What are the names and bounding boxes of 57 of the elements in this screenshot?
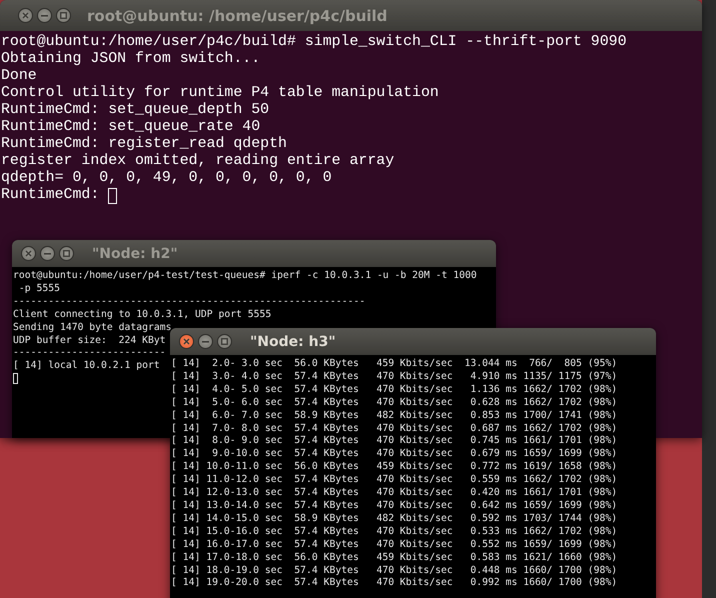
terminal-line: [ 14] 12.0-13.0 sec 57.4 KBytes 470 Kbits/sec 0.420 ms 1661/ 1701 (98%) — [171, 487, 618, 500]
terminal-line: [ 14] 3.0- 4.0 sec 57.4 KBytes 470 Kbits/sec 4.910 ms 1135/ 1175 (97%) — [171, 370, 618, 384]
close-icon — [25, 250, 32, 257]
minimize-button[interactable] — [198, 334, 213, 349]
minimize-icon — [41, 14, 48, 16]
minimize-icon — [44, 252, 51, 254]
terminal-line: Sending 1470 byte datagrams — [13, 322, 172, 335]
maximize-icon — [221, 338, 228, 345]
terminal-line: [ 14] 16.0-17.0 sec 57.4 KBytes 470 Kbits/sec 0.552 ms 1659/ 1699 (98%) — [171, 538, 618, 552]
terminal-line: Done — [1, 68, 37, 85]
terminal-line: root@ubuntu:/home/user/p4c/build# simple_switch_CLI --thrift-port 9090 — [1, 34, 627, 51]
terminal-line: [ 14] 10.0-11.0 sec 56.0 KBytes 459 Kbits/sec 0.772 ms 1619/ 1658 (98%) — [171, 461, 618, 474]
maximize-button[interactable] — [59, 246, 74, 261]
terminal-line: ------------------------------------------------------------ — [13, 296, 366, 309]
terminal-line: UDP buffer size: 224 KByt — [13, 334, 166, 348]
terminal-line: [ 14] 11.0-12.0 sec 57.4 KBytes 470 Kbits/sec 0.559 ms 1662/ 1702 (98%) — [171, 474, 618, 488]
terminal-line: Control utility for runtime P4 table manipulation — [1, 85, 439, 102]
maximize-icon — [60, 12, 67, 19]
terminal-line: [ 14] 4.0- 5.0 sec 57.4 KBytes 470 Kbits/sec 1.136 ms 1662/ 1702 (98%) — [171, 384, 618, 397]
terminal-line: root@ubuntu:/home/user/p4-test/test-queues# iperf -c 10.0.3.1 -u -b 20M -t 1000 — [13, 270, 477, 283]
terminal-line: [ 14] 2.0- 3.0 sec 56.0 KBytes 459 Kbits/sec 13.044 ms 766/ 805 (95%) — [171, 358, 618, 371]
terminal-line: [ 14] 13.0-14.0 sec 57.4 KBytes 470 Kbits/sec 0.642 ms 1659/ 1699 (98%) — [171, 500, 618, 513]
window-title: "Node: h3" — [250, 334, 336, 350]
close-button[interactable] — [21, 246, 36, 261]
terminal-line: qdepth= 0, 0, 0, 49, 0, 0, 0, 0, 0, 0 — [1, 170, 332, 187]
close-button[interactable] — [179, 334, 194, 349]
terminal-line: RuntimeCmd: register_read qdepth — [1, 136, 287, 153]
terminal-line: -------------------------- — [13, 347, 166, 360]
window-title: "Node: h2" — [92, 246, 178, 262]
terminal-line: [ 14] 15.0-16.0 sec 57.4 KBytes 470 Kbits/sec 0.533 ms 1662/ 1702 (98%) — [171, 526, 618, 539]
terminal-line: Obtaining JSON from switch... — [1, 51, 260, 68]
terminal-line: -p 5555 — [18, 282, 60, 296]
close-icon — [22, 12, 29, 19]
minimize-icon — [202, 340, 209, 342]
terminal-line: [ 14] 14.0-15.0 sec 58.9 KBytes 482 Kbits/sec 0.592 ms 1703/ 1744 (98%) — [171, 512, 618, 526]
terminal-line: [ 14] local 10.0.2.1 port — [13, 360, 160, 374]
terminal-line: RuntimeCmd: — [1, 187, 100, 204]
terminal-line: [ 14] 5.0- 6.0 sec 57.4 KBytes 470 Kbits/sec 0.628 ms 1662/ 1702 (98%) — [171, 396, 618, 410]
terminal-line: [ 14] 17.0-18.0 sec 56.0 KBytes 459 Kbits/sec 0.583 ms 1621/ 1660 (98%) — [171, 552, 618, 564]
terminal-line: RuntimeCmd: set_queue_depth 50 — [1, 102, 270, 119]
terminal-line: [ 14] 19.0-20.0 sec 57.4 KBytes 470 Kbits/sec 0.992 ms 1660/ 1700 (98%) — [171, 577, 618, 590]
close-icon — [183, 338, 190, 345]
terminal-line: Client connecting to 10.0.3.1, UDP port 5555 — [13, 308, 272, 322]
maximize-icon — [63, 250, 70, 257]
maximize-button[interactable] — [217, 334, 232, 349]
minimize-button[interactable] — [40, 246, 55, 261]
terminal-line: [ 14] 6.0- 7.0 sec 58.9 KBytes 482 Kbits/sec 0.853 ms 1700/ 1741 (98%) — [171, 410, 618, 423]
minimize-button[interactable] — [37, 8, 52, 23]
terminal-line: register index omitted, reading entire array — [1, 153, 394, 170]
terminal-line: [ 14] 18.0-19.0 sec 57.4 KBytes 470 Kbits/sec 0.448 ms 1660/ 1700 (98%) — [171, 564, 618, 578]
terminal-line: [ 14] 7.0- 8.0 sec 57.4 KBytes 470 Kbits/sec 0.687 ms 1662/ 1702 (98%) — [171, 422, 618, 436]
terminal-line: [ 14] 9.0-10.0 sec 57.4 KBytes 470 Kbits/sec 0.679 ms 1659/ 1699 (98%) — [171, 448, 618, 462]
window-title: root@ubuntu: /home/user/p4c/build — [87, 6, 388, 24]
terminal-line: [ 14] 8.0- 9.0 sec 57.4 KBytes 470 Kbits/sec 0.745 ms 1661/ 1701 (98%) — [171, 435, 618, 448]
close-button[interactable] — [18, 8, 33, 23]
terminal-line: RuntimeCmd: set_queue_rate 40 — [1, 119, 260, 136]
maximize-button[interactable] — [56, 8, 71, 23]
